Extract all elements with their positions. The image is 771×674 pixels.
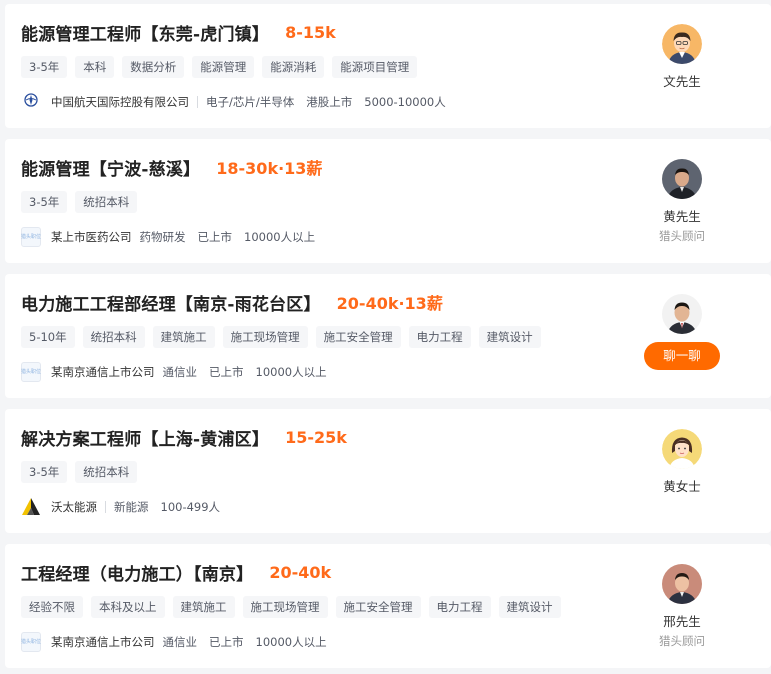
company-listing: 已上市 bbox=[209, 365, 244, 379]
salary: 18-30k·13薪 bbox=[216, 159, 323, 178]
job-title[interactable]: 电力施工工程部经理【南京-雨花台区】 bbox=[21, 290, 321, 315]
job-title-row[interactable]: 工程经理（电力施工）【南京】 20-40k bbox=[21, 560, 332, 585]
job-tag: 建筑施工 bbox=[172, 596, 235, 618]
recruiter-role: 猎头顾问 bbox=[659, 634, 705, 648]
cartoon-woman-avatar-icon[interactable] bbox=[662, 429, 702, 469]
company-info: 猎头职位 某上市医药公司 药物研发 已上市 10000人以上 bbox=[21, 226, 327, 248]
company-info: 沃太能源 新能源 100-499人 bbox=[21, 496, 232, 518]
company-logo[interactable] bbox=[21, 497, 41, 517]
job-tag: 能源消耗 bbox=[262, 56, 325, 78]
job-tag: 3-5年 bbox=[21, 461, 68, 483]
recruiter-name: 邢先生 bbox=[663, 614, 701, 629]
man-photo-avatar-icon[interactable] bbox=[662, 159, 702, 199]
recruiter[interactable]: 黄先生 猎头顾问 bbox=[630, 159, 734, 244]
job-card[interactable]: 能源管理工程师【东莞-虎门镇】 8-15k 3-5年 本科 数据分析 能源管理 … bbox=[5, 4, 771, 128]
company-size: 5000-10000人 bbox=[364, 95, 446, 109]
job-tag: 统招本科 bbox=[75, 191, 138, 213]
man-photo-avatar-icon[interactable] bbox=[662, 294, 702, 334]
job-tag: 电力工程 bbox=[408, 326, 471, 348]
salary: 20-40k·13薪 bbox=[336, 294, 443, 313]
job-tag: 数据分析 bbox=[122, 56, 185, 78]
recruiter[interactable]: 聊一聊 bbox=[630, 294, 734, 370]
job-tag: 5-10年 bbox=[21, 326, 75, 348]
job-tags: 3-5年 本科 数据分析 能源管理 能源消耗 能源项目管理 bbox=[21, 56, 418, 78]
company-name[interactable]: 某南京通信上市公司 bbox=[51, 364, 155, 380]
company-industry: 通信业 bbox=[162, 635, 198, 649]
salary: 20-40k bbox=[269, 562, 332, 582]
salary: 8-15k bbox=[285, 22, 336, 42]
job-title-row[interactable]: 能源管理工程师【东莞-虎门镇】 8-15k bbox=[21, 20, 336, 45]
job-card[interactable]: 解决方案工程师【上海-黄浦区】 15-25k 3-5年 统招本科 沃太能源 新能… bbox=[5, 409, 771, 533]
company-size: 10000人以上 bbox=[255, 365, 327, 379]
job-tag: 统招本科 bbox=[82, 326, 145, 348]
job-card[interactable]: 工程经理（电力施工）【南京】 20-40k 经验不限 本科及以上 建筑施工 施工… bbox=[5, 544, 771, 668]
company-industry: 药物研发 bbox=[139, 230, 186, 244]
job-tag: 施工安全管理 bbox=[315, 326, 401, 348]
job-tag: 3-5年 bbox=[21, 56, 68, 78]
company-logo[interactable] bbox=[21, 92, 41, 112]
company-listing: 已上市 bbox=[197, 230, 233, 244]
job-tags: 3-5年 统招本科 bbox=[21, 191, 138, 213]
job-tag: 3-5年 bbox=[21, 191, 68, 213]
company-size: 10000人以上 bbox=[255, 635, 327, 649]
job-tag: 施工安全管理 bbox=[335, 596, 421, 618]
job-title-row[interactable]: 电力施工工程部经理【南京-雨花台区】 20-40k·13薪 bbox=[21, 290, 443, 315]
company-industry: 电子/芯片/半导体 bbox=[206, 95, 295, 109]
job-title[interactable]: 能源管理【宁波-慈溪】 bbox=[21, 155, 200, 180]
job-tags: 经验不限 本科及以上 建筑施工 施工现场管理 施工安全管理 电力工程 建筑设计 bbox=[21, 596, 561, 618]
job-title-row[interactable]: 能源管理【宁波-慈溪】 18-30k·13薪 bbox=[21, 155, 323, 180]
job-tag: 统招本科 bbox=[75, 461, 138, 483]
job-title[interactable]: 解决方案工程师【上海-黄浦区】 bbox=[21, 425, 269, 450]
company-name[interactable]: 中国航天国际控股有限公司 bbox=[51, 94, 189, 110]
job-tags: 3-5年 统招本科 bbox=[21, 461, 138, 483]
company-listing: 已上市 bbox=[209, 635, 244, 649]
job-title[interactable]: 能源管理工程师【东莞-虎门镇】 bbox=[21, 20, 269, 45]
recruiter-name: 黄先生 bbox=[663, 209, 701, 224]
job-tag: 本科 bbox=[75, 56, 115, 78]
company-name[interactable]: 某南京通信上市公司 bbox=[51, 634, 155, 650]
company-info: 猎头职位 某南京通信上市公司 通信业 已上市 10000人以上 bbox=[21, 361, 339, 383]
recruiter-role: 猎头顾问 bbox=[659, 229, 705, 243]
job-tag: 电力工程 bbox=[428, 596, 491, 618]
recruiter[interactable]: 文先生 bbox=[630, 24, 734, 90]
job-title-row[interactable]: 解决方案工程师【上海-黄浦区】 15-25k bbox=[21, 425, 347, 450]
company-info: 中国航天国际控股有限公司 电子/芯片/半导体 港股上市 5000-10000人 bbox=[21, 91, 458, 113]
job-tag: 施工现场管理 bbox=[222, 326, 308, 348]
chat-button[interactable]: 聊一聊 bbox=[644, 342, 720, 370]
recruiter[interactable]: 邢先生 猎头顾问 bbox=[630, 564, 734, 649]
cartoon-man-avatar-icon[interactable] bbox=[662, 24, 702, 64]
headhunter-logo[interactable]: 猎头职位 bbox=[21, 227, 41, 247]
company-size: 10000人以上 bbox=[244, 230, 316, 244]
job-tags: 5-10年 统招本科 建筑施工 施工现场管理 施工安全管理 电力工程 建筑设计 bbox=[21, 326, 541, 348]
company-name[interactable]: 某上市医药公司 bbox=[51, 229, 132, 245]
headhunter-logo[interactable]: 猎头职位 bbox=[21, 362, 41, 382]
company-info: 猎头职位 某南京通信上市公司 通信业 已上市 10000人以上 bbox=[21, 631, 339, 653]
company-name[interactable]: 沃太能源 bbox=[51, 499, 97, 515]
divider bbox=[105, 501, 106, 513]
company-listing: 港股上市 bbox=[306, 95, 353, 109]
job-tag: 本科及以上 bbox=[91, 596, 165, 618]
job-tag: 能源项目管理 bbox=[332, 56, 418, 78]
job-card[interactable]: 电力施工工程部经理【南京-雨花台区】 20-40k·13薪 5-10年 统招本科… bbox=[5, 274, 771, 398]
headhunter-logo[interactable]: 猎头职位 bbox=[21, 632, 41, 652]
job-tag: 施工现场管理 bbox=[242, 596, 328, 618]
company-industry: 通信业 bbox=[162, 365, 198, 379]
salary: 15-25k bbox=[285, 427, 347, 447]
job-title[interactable]: 工程经理（电力施工）【南京】 bbox=[21, 560, 253, 585]
company-size: 100-499人 bbox=[160, 500, 221, 514]
divider bbox=[197, 96, 198, 108]
company-industry: 新能源 bbox=[114, 500, 149, 514]
man-photo-avatar-icon[interactable] bbox=[662, 564, 702, 604]
recruiter-name: 文先生 bbox=[663, 74, 701, 89]
job-tag: 建筑设计 bbox=[478, 326, 541, 348]
job-tag: 建筑设计 bbox=[498, 596, 561, 618]
job-tag: 建筑施工 bbox=[152, 326, 215, 348]
recruiter[interactable]: 黄女士 bbox=[630, 429, 734, 495]
job-card[interactable]: 能源管理【宁波-慈溪】 18-30k·13薪 3-5年 统招本科 猎头职位 某上… bbox=[5, 139, 771, 263]
recruiter-name: 黄女士 bbox=[663, 479, 701, 494]
job-tag: 能源管理 bbox=[192, 56, 255, 78]
job-tag: 经验不限 bbox=[21, 596, 83, 618]
